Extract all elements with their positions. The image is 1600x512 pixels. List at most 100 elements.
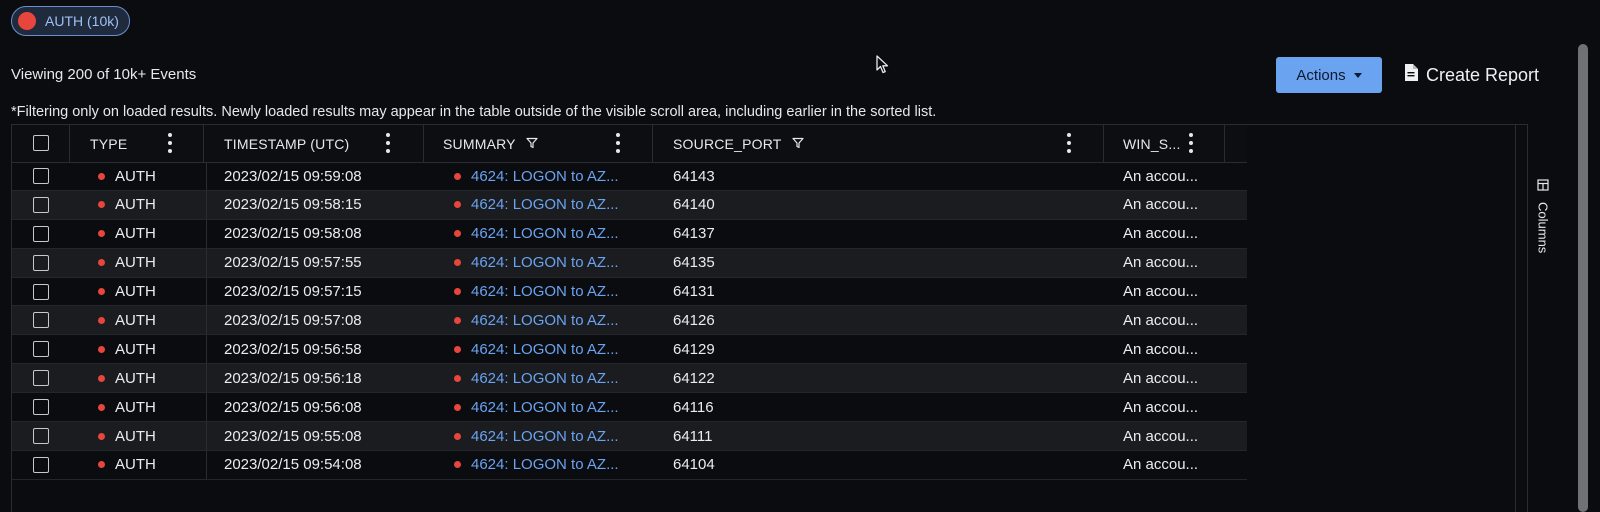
type-cell: AUTH <box>98 451 156 479</box>
summary-cell[interactable]: 4624: LOGON to AZ... <box>454 422 619 450</box>
row-checkbox[interactable] <box>33 370 49 387</box>
auth-status-dot <box>98 345 105 353</box>
summary-cell[interactable]: 4624: LOGON to AZ... <box>454 335 619 363</box>
table-row[interactable]: AUTH 2023/02/15 09:57:15 4624: LOGON to … <box>12 277 1247 307</box>
summary-cell[interactable]: 4624: LOGON to AZ... <box>454 451 619 479</box>
create-report-button[interactable]: Create Report <box>1404 62 1539 88</box>
table-row[interactable]: AUTH 2023/02/15 09:56:08 4624: LOGON to … <box>12 393 1247 423</box>
summary-cell[interactable]: 4624: LOGON to AZ... <box>454 364 619 392</box>
actions-button[interactable]: Actions <box>1276 57 1382 93</box>
auth-color-dot <box>18 12 36 30</box>
row-checkbox[interactable] <box>33 341 49 358</box>
header-timestamp[interactable]: TIMESTAMP (UTC) <box>224 125 349 162</box>
win-s-cell: An accou... <box>1123 340 1199 358</box>
header-type[interactable]: TYPE <box>90 125 127 162</box>
filter-chip-label: AUTH (10k) <box>45 13 119 29</box>
header-source-port-label: SOURCE_PORT <box>673 135 782 152</box>
summary-link[interactable]: 4624: LOGON to AZ... <box>471 341 619 358</box>
summary-column-menu-icon[interactable] <box>616 133 620 153</box>
table-row[interactable]: AUTH 2023/02/15 09:58:15 4624: LOGON to … <box>12 190 1247 220</box>
row-checkbox[interactable] <box>33 428 49 445</box>
row-checkbox[interactable] <box>33 225 49 242</box>
summary-cell[interactable]: 4624: LOGON to AZ... <box>454 162 619 190</box>
header-win-s[interactable]: WIN_S... <box>1123 125 1181 162</box>
table-row[interactable]: AUTH 2023/02/15 09:59:08 4624: LOGON to … <box>12 162 1247 191</box>
events-view: AUTH (10k) Viewing 200 of 10k+ Events *F… <box>0 0 1600 512</box>
timestamp-cell: 2023/02/15 09:59:08 <box>224 167 362 185</box>
source-port-column-menu-icon[interactable] <box>1067 133 1071 153</box>
summary-cell[interactable]: 4624: LOGON to AZ... <box>454 278 619 306</box>
column-divider <box>206 162 207 190</box>
summary-cell[interactable]: 4624: LOGON to AZ... <box>454 306 619 334</box>
summary-link[interactable]: 4624: LOGON to AZ... <box>471 370 619 387</box>
win-s-cell: An accou... <box>1123 225 1199 243</box>
row-checkbox[interactable] <box>33 254 49 271</box>
row-checkbox[interactable] <box>33 399 49 416</box>
column-divider <box>206 393 207 422</box>
auth-status-dot <box>98 201 105 209</box>
type-value: AUTH <box>115 225 156 243</box>
type-cell: AUTH <box>98 422 156 450</box>
auth-status-dot <box>454 172 461 180</box>
table-row[interactable]: AUTH 2023/02/15 09:54:08 4624: LOGON to … <box>12 450 1247 480</box>
source-port-cell: 64104 <box>673 456 715 474</box>
win-s-column-menu-icon[interactable] <box>1189 133 1193 153</box>
summary-cell[interactable]: 4624: LOGON to AZ... <box>454 220 619 248</box>
table-row[interactable]: AUTH 2023/02/15 09:56:58 4624: LOGON to … <box>12 335 1247 365</box>
summary-link[interactable]: 4624: LOGON to AZ... <box>471 456 619 473</box>
source-port-cell: 64126 <box>673 311 715 329</box>
type-value: AUTH <box>115 167 156 185</box>
filter-funnel-icon[interactable] <box>791 136 804 152</box>
table-body: AUTH 2023/02/15 09:59:08 4624: LOGON to … <box>12 162 1247 480</box>
filter-funnel-icon[interactable] <box>526 136 538 152</box>
page-scrollbar[interactable] <box>1578 44 1588 512</box>
auth-status-dot <box>98 316 105 324</box>
document-icon <box>1404 64 1418 86</box>
timestamp-column-menu-icon[interactable] <box>386 133 390 153</box>
auth-status-dot <box>454 345 461 353</box>
summary-cell[interactable]: 4624: LOGON to AZ... <box>454 191 619 219</box>
filter-chip-auth[interactable]: AUTH (10k) <box>11 6 130 36</box>
auth-status-dot <box>454 201 461 209</box>
column-divider <box>206 190 207 219</box>
source-port-cell: 64116 <box>673 398 714 416</box>
table-row[interactable]: AUTH 2023/02/15 09:57:08 4624: LOGON to … <box>12 306 1247 336</box>
column-divider <box>423 125 424 162</box>
row-checkbox[interactable] <box>33 196 49 213</box>
column-divider <box>652 125 653 162</box>
win-s-cell: An accou... <box>1123 196 1199 214</box>
type-value: AUTH <box>115 427 156 445</box>
summary-cell[interactable]: 4624: LOGON to AZ... <box>454 249 619 277</box>
column-divider <box>206 306 207 335</box>
type-value: AUTH <box>115 283 156 301</box>
type-cell: AUTH <box>98 249 156 277</box>
auth-status-dot <box>454 230 461 238</box>
summary-link[interactable]: 4624: LOGON to AZ... <box>471 428 619 445</box>
columns-icon <box>1537 178 1549 196</box>
row-checkbox[interactable] <box>33 168 49 184</box>
type-value: AUTH <box>115 369 156 387</box>
row-checkbox[interactable] <box>33 456 49 473</box>
summary-link[interactable]: 4624: LOGON to AZ... <box>471 254 619 271</box>
table-row[interactable]: AUTH 2023/02/15 09:57:55 4624: LOGON to … <box>12 248 1247 278</box>
table-row[interactable]: AUTH 2023/02/15 09:56:18 4624: LOGON to … <box>12 364 1247 394</box>
header-summary[interactable]: SUMMARY <box>443 125 538 162</box>
type-column-menu-icon[interactable] <box>168 133 172 153</box>
header-source-port[interactable]: SOURCE_PORT <box>673 125 804 162</box>
table-row[interactable]: AUTH 2023/02/15 09:58:08 4624: LOGON to … <box>12 219 1247 249</box>
summary-link[interactable]: 4624: LOGON to AZ... <box>471 283 619 300</box>
select-all-checkbox[interactable] <box>33 135 49 151</box>
columns-label: Columns <box>1535 202 1551 254</box>
summary-link[interactable]: 4624: LOGON to AZ... <box>471 225 619 242</box>
summary-link[interactable]: 4624: LOGON to AZ... <box>471 196 619 213</box>
row-checkbox[interactable] <box>33 312 49 329</box>
timestamp-cell: 2023/02/15 09:56:18 <box>224 369 362 387</box>
summary-cell[interactable]: 4624: LOGON to AZ... <box>454 393 619 421</box>
summary-link[interactable]: 4624: LOGON to AZ... <box>471 399 619 416</box>
columns-panel-toggle[interactable]: Columns <box>1532 178 1554 258</box>
row-checkbox[interactable] <box>33 283 49 300</box>
summary-link[interactable]: 4624: LOGON to AZ... <box>471 168 619 185</box>
summary-link[interactable]: 4624: LOGON to AZ... <box>471 312 619 329</box>
table-row[interactable]: AUTH 2023/02/15 09:55:08 4624: LOGON to … <box>12 422 1247 451</box>
auth-status-dot <box>454 316 461 324</box>
